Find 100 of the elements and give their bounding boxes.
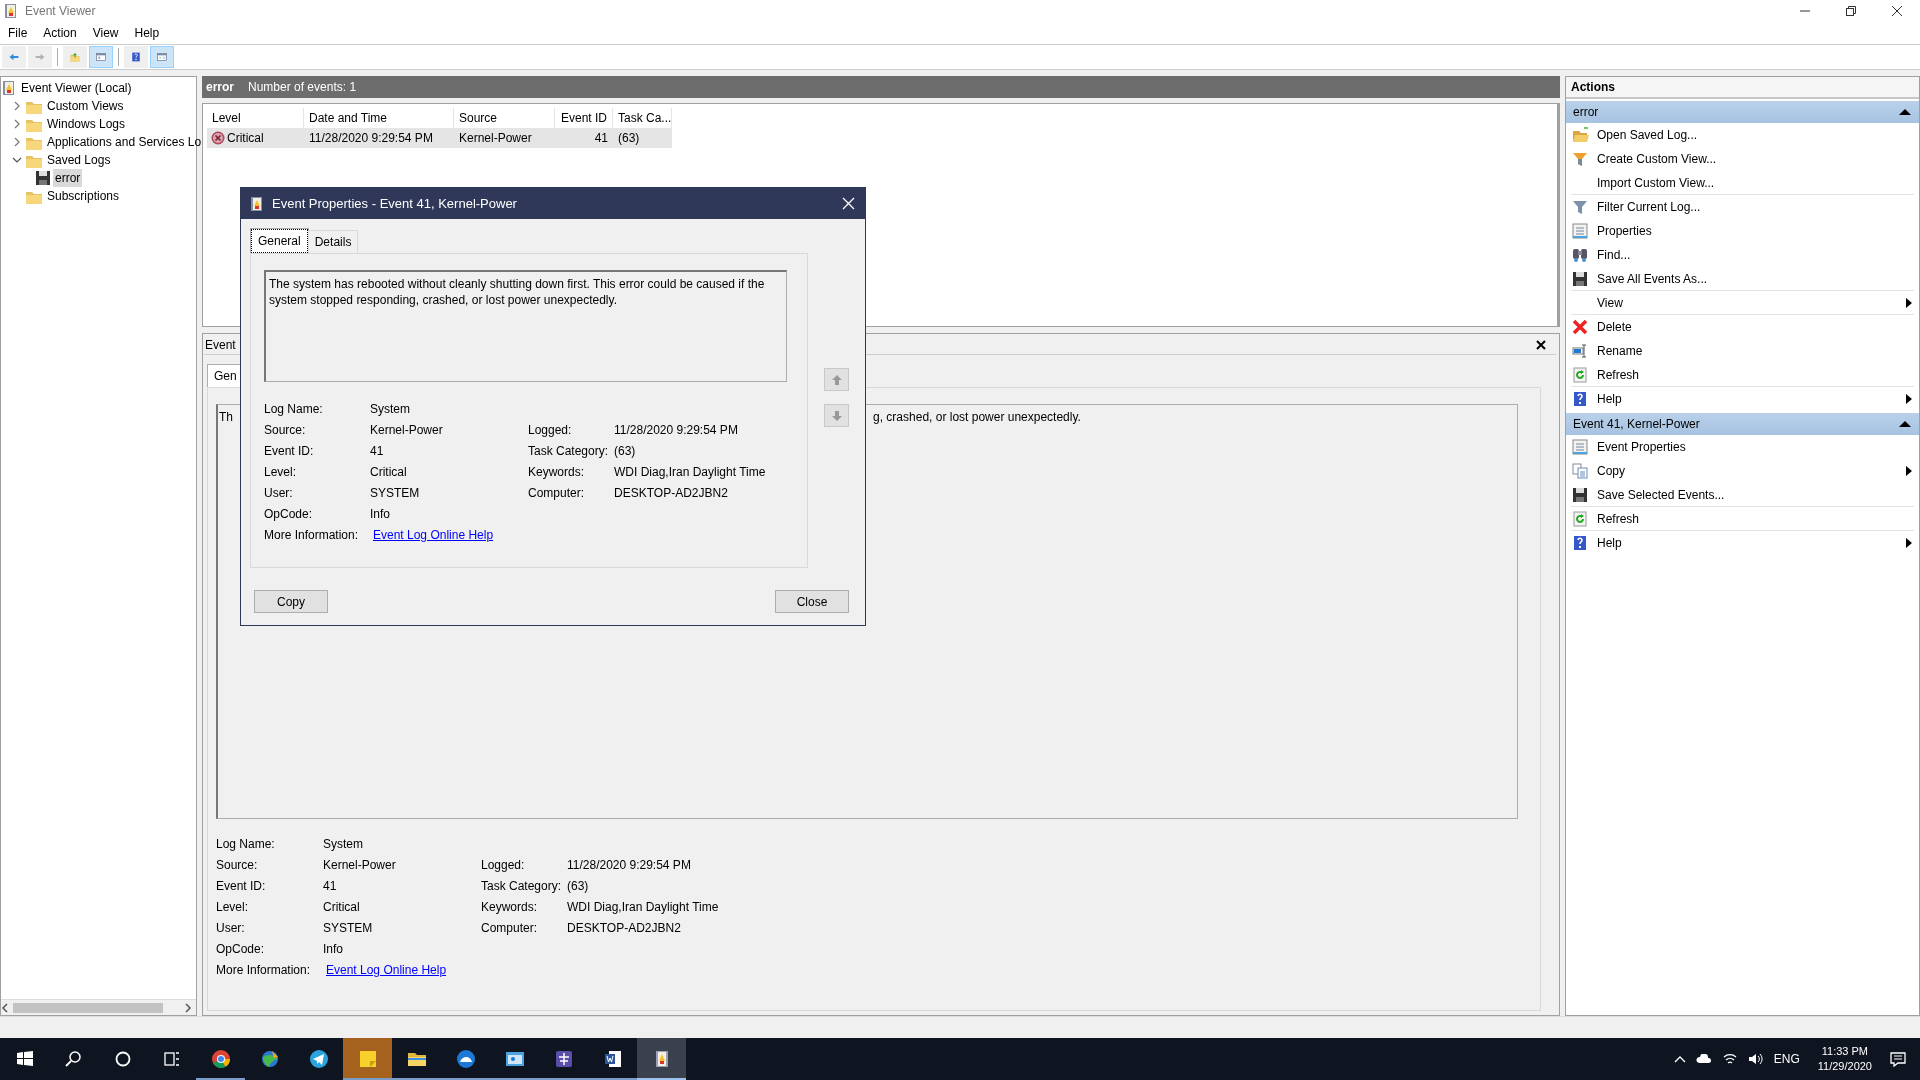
command-item[interactable]: Save All Events As...	[1597, 269, 1708, 288]
copy-icon	[1572, 463, 1588, 479]
refresh-icon	[1572, 510, 1588, 527]
document-icon	[602, 1049, 623, 1069]
log-book-icon	[3, 3, 19, 19]
command-item[interactable]: Event Properties	[1597, 438, 1686, 456]
help-link[interactable]: Event Log Online Help	[326, 960, 447, 979]
command-item[interactable]: Copy	[1597, 462, 1625, 480]
dialog-title: Event Properties - Event 41, Kernel-Power	[272, 194, 517, 213]
command-item[interactable]: Refresh	[1597, 509, 1640, 528]
scroll-left-icon[interactable]	[1, 1002, 9, 1013]
toolbar-button[interactable]	[2, 46, 26, 68]
command-item[interactable]: Create Custom View...	[1597, 150, 1717, 168]
tab[interactable]: Details	[307, 230, 359, 253]
command-item[interactable]: Open Saved Log...	[1597, 126, 1698, 144]
pane-left-icon	[96, 50, 106, 64]
caret-up-icon[interactable]	[1673, 1055, 1686, 1063]
field-value: 11/28/2020 9:29:54 PM	[567, 856, 692, 874]
search-icon	[63, 1049, 84, 1069]
properties-sheet-icon	[1572, 223, 1588, 239]
tree-item[interactable]: Saved Logs	[45, 151, 113, 169]
submenu-arrow-icon[interactable]	[1906, 394, 1912, 404]
properties-sheet-icon	[1572, 439, 1588, 455]
command-item[interactable]: Import Custom View...	[1597, 173, 1715, 192]
menu-item[interactable]: Help	[126, 24, 168, 42]
binoculars-icon	[1572, 247, 1588, 263]
submenu-arrow-icon[interactable]	[1906, 538, 1912, 548]
group-title: error	[1573, 104, 1599, 121]
field-label: Logged:	[481, 856, 526, 874]
submenu-arrow-icon[interactable]	[1906, 297, 1912, 308]
command-item[interactable]: Filter Current Log...	[1597, 198, 1701, 216]
menu-item[interactable]: View	[84, 24, 127, 42]
window-app-icon	[504, 1049, 525, 1069]
scroll-right-icon[interactable]	[184, 1002, 192, 1013]
dialog-button[interactable]: Copy	[254, 590, 328, 613]
command-item[interactable]: Delete	[1597, 318, 1632, 336]
field-value: Kernel-Power	[323, 856, 397, 874]
group-header[interactable]: error	[1566, 101, 1919, 123]
toolbar-button[interactable]	[150, 46, 174, 68]
field-label: Log Name:	[264, 400, 324, 418]
clock-time[interactable]: 11:33 PM	[1821, 1044, 1868, 1059]
tree-item[interactable]: Subscriptions	[45, 187, 122, 205]
field-label: More Information:	[216, 961, 312, 979]
notification-icon[interactable]	[1890, 1051, 1906, 1067]
note-icon	[357, 1049, 378, 1069]
group-header[interactable]: Event 41, Kernel-Power	[1566, 413, 1919, 435]
field-label: Log Name:	[216, 835, 276, 853]
wifi-icon[interactable]	[1721, 1052, 1738, 1066]
log-book-icon	[1, 80, 17, 96]
field-label: Event ID:	[216, 877, 267, 895]
menu-item[interactable]: Action	[35, 24, 85, 42]
tree-item[interactable]: Event Viewer (Local)	[19, 79, 134, 97]
command-item[interactable]: View	[1597, 293, 1623, 312]
close-icon[interactable]	[1892, 6, 1902, 16]
menu-item[interactable]: File	[0, 24, 36, 42]
help-icon	[1572, 535, 1588, 551]
command-item[interactable]: Help	[1597, 390, 1622, 408]
field-label: Level:	[264, 463, 298, 481]
field-value: WDI Diag,Iran Daylight Time	[567, 898, 720, 916]
collapse-icon[interactable]	[1899, 108, 1911, 116]
toolbar-button[interactable]	[89, 46, 113, 68]
toolbar-button[interactable]	[124, 46, 148, 68]
scrollbar-thumb[interactable]	[13, 1002, 163, 1013]
description-text: g, crashed, or lost power unexpectedly.	[873, 409, 1081, 426]
help-link[interactable]: Event Log Online Help	[373, 525, 494, 544]
tree-item[interactable]: Custom Views	[45, 97, 126, 115]
language-indicator[interactable]: ENG	[1773, 1050, 1800, 1068]
clock-date[interactable]: 11/29/2020	[1817, 1059, 1872, 1074]
collapse-icon[interactable]	[1899, 420, 1911, 428]
tab[interactable]: General	[251, 229, 308, 253]
close-icon[interactable]	[1536, 340, 1546, 350]
taskbar-button[interactable]	[637, 1038, 686, 1080]
window-title: Event Viewer	[25, 3, 96, 20]
cloud-icon[interactable]	[1695, 1054, 1712, 1064]
table-cell: 11/28/2020 9:29:54 PM	[304, 128, 454, 148]
round-app-icon	[210, 1049, 231, 1069]
restore-icon[interactable]	[1846, 6, 1856, 16]
open-folder-icon	[1572, 127, 1590, 143]
rename-icon	[1572, 343, 1588, 359]
tree-item[interactable]: error	[53, 169, 83, 187]
tree-item[interactable]: Applications and Services Lo	[45, 133, 204, 151]
field-label: User:	[264, 484, 294, 502]
dialog-button[interactable]: Close	[775, 590, 849, 613]
command-item[interactable]: Properties	[1597, 222, 1652, 240]
field-label: More Information:	[264, 526, 360, 544]
tree-item[interactable]: Windows Logs	[45, 115, 128, 133]
table-cell: (63)	[613, 128, 672, 148]
command-item[interactable]: Find...	[1597, 246, 1631, 264]
command-item[interactable]: Refresh	[1597, 365, 1640, 384]
command-item[interactable]: Save Selected Events...	[1597, 485, 1725, 504]
command-item[interactable]: Rename	[1597, 342, 1643, 360]
field-label: Level:	[216, 898, 250, 916]
submenu-arrow-icon[interactable]	[1906, 466, 1912, 476]
start-icon	[14, 1049, 35, 1069]
field-value: Kernel-Power	[370, 421, 444, 439]
speaker-icon[interactable]	[1747, 1052, 1764, 1066]
field-value: System	[370, 400, 411, 418]
field-value: Critical	[370, 463, 408, 481]
field-value: DESKTOP-AD2JBN2	[614, 484, 729, 502]
command-item[interactable]: Help	[1597, 534, 1622, 552]
